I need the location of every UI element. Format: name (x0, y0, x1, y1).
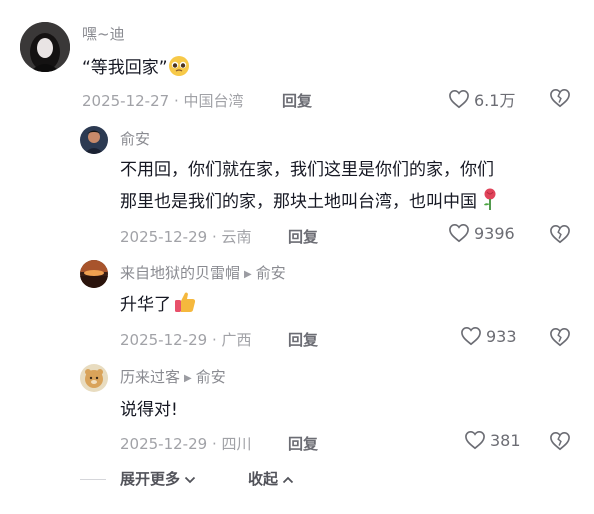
heart-icon (448, 89, 470, 109)
comment-date: 2025-12-29 (120, 331, 208, 349)
like-count: 933 (486, 326, 517, 346)
rose-emoji-icon (481, 187, 499, 222)
dislike-button[interactable] (549, 224, 571, 248)
dislike-button[interactable] (549, 431, 571, 455)
comment-author[interactable]: 来自地狱的贝雷帽 ▶ 俞安 (120, 262, 286, 283)
comment-location: 四川 (221, 435, 252, 453)
replies-footer: 展开更多 收起 (0, 468, 594, 492)
thumbs-up-emoji-icon (173, 290, 197, 325)
like-count: 6.1万 (474, 91, 516, 110)
broken-heart-icon (549, 224, 571, 248)
comment-text: 升华了 (120, 289, 197, 325)
comment-4: 历来过客 ▶ 俞安 说得对! 2025-12-29 · 四川 回复 381 (0, 356, 594, 461)
comment-author[interactable]: 历来过客 ▶ 俞安 (120, 366, 226, 387)
like-button[interactable]: 6.1万 (448, 87, 515, 111)
meta-separator: · (169, 92, 184, 110)
comment-meta: 2025-12-29 · 四川 (120, 433, 252, 454)
footer-divider (80, 479, 106, 480)
avatar[interactable] (20, 22, 70, 72)
author-name[interactable]: 来自地狱的贝雷帽 (120, 264, 240, 282)
comment-meta: 2025-12-29 · 广西 (120, 329, 252, 350)
reply-arrow-icon: ▶ (184, 373, 192, 384)
chevron-down-icon (180, 470, 196, 488)
meta-separator: · (207, 331, 222, 349)
comment-location: 云南 (221, 228, 252, 246)
dislike-button[interactable] (549, 327, 571, 351)
reply-arrow-icon: ▶ (244, 269, 252, 280)
collapse-button[interactable]: 收起 (248, 468, 294, 489)
comment-location: 中国台湾 (183, 92, 244, 110)
comment-author[interactable]: 嘿~迪 (82, 23, 125, 44)
reply-button[interactable]: 回复 (288, 226, 318, 247)
reply-button[interactable]: 回复 (288, 433, 318, 454)
chevron-up-icon (278, 470, 294, 488)
broken-heart-icon (549, 88, 571, 112)
collapse-label: 收起 (248, 470, 279, 488)
comment-1: 嘿~迪 “等我回家” 2025-12-27 · 中国台湾 回复 6.1万 (0, 0, 594, 120)
comment-3: 来自地狱的贝雷帽 ▶ 俞安 升华了 2025-12-29 · 广西 回复 933 (0, 252, 594, 357)
reply-button[interactable]: 回复 (282, 90, 312, 111)
meta-separator: · (207, 228, 222, 246)
like-button[interactable]: 9396 (448, 223, 515, 243)
avatar[interactable] (80, 364, 108, 392)
like-button[interactable]: 381 (464, 430, 521, 450)
comment-text: 说得对! (120, 400, 178, 420)
like-button[interactable]: 933 (460, 326, 517, 346)
like-count: 9396 (474, 223, 515, 243)
broken-heart-icon (549, 327, 571, 351)
comment-date: 2025-12-29 (120, 435, 208, 453)
like-count: 381 (490, 430, 521, 450)
avatar[interactable] (80, 260, 108, 288)
dislike-button[interactable] (549, 88, 571, 112)
heart-icon (460, 326, 482, 346)
reply-to-name[interactable]: 俞安 (196, 368, 226, 386)
comment-author[interactable]: 俞安 (120, 128, 150, 149)
comment-text-line-2: 那里也是我们的家，那块土地叫台湾，也叫中国 (120, 186, 499, 222)
broken-heart-icon (549, 431, 571, 455)
reply-button[interactable]: 回复 (288, 329, 318, 350)
comment-date: 2025-12-29 (120, 228, 208, 246)
expand-more-button[interactable]: 展开更多 (120, 468, 196, 489)
pleading-face-emoji-icon (168, 55, 190, 88)
meta-separator: · (207, 435, 222, 453)
heart-icon (448, 223, 470, 243)
comment-date: 2025-12-27 (82, 92, 170, 110)
heart-icon (464, 430, 486, 450)
reply-to-name[interactable]: 俞安 (256, 264, 286, 282)
comment-meta: 2025-12-27 · 中国台湾 (82, 90, 244, 111)
comment-meta: 2025-12-29 · 云南 (120, 226, 252, 247)
comment-text-line-1: 不用回，你们就在家，我们这里是你们的家，你们 (120, 160, 494, 180)
author-name[interactable]: 历来过客 (120, 368, 180, 386)
avatar[interactable] (80, 126, 108, 154)
expand-more-label: 展开更多 (120, 470, 181, 488)
comment-2: 俞安 不用回，你们就在家，我们这里是你们的家，你们 那里也是我们的家，那块土地叫… (0, 118, 594, 253)
comment-text: “等我回家” (82, 52, 190, 88)
comment-location: 广西 (221, 331, 252, 349)
